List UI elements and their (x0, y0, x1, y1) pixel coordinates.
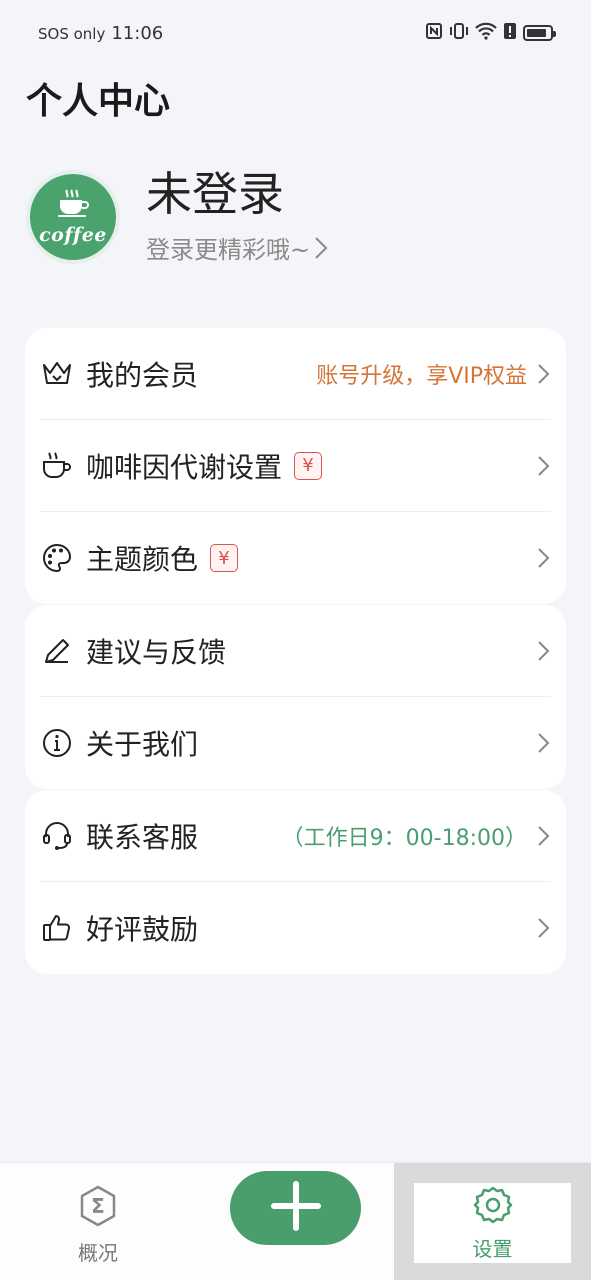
status-bar: SOS only 11:06 (0, 0, 591, 66)
service-hours: （工作日9：00-18:00） (281, 825, 527, 851)
vip-upgrade-hint: 账号升级，享VIP权益 (316, 363, 527, 389)
chevron-right-icon (538, 363, 550, 384)
tab-label: 概况 (78, 1241, 118, 1265)
carrier-label: SOS only (38, 24, 106, 43)
profile-section[interactable]: coffee 未登录 登录更精彩哦~ (26, 168, 328, 265)
menu-item-label: 主题颜色 (86, 543, 199, 576)
menu-item-theme-color[interactable]: 主题颜色 ¥ (40, 512, 551, 604)
crown-icon (40, 357, 74, 391)
chevron-right-icon (315, 236, 328, 259)
palette-icon (40, 541, 74, 575)
clock: 11:06 (111, 22, 164, 44)
menu-card-membership: 我的会员 账号升级，享VIP权益 咖啡因代谢设置 ¥ 主题颜色 ¥ (25, 328, 566, 604)
menu-item-caffeine-metabolism[interactable]: 咖啡因代谢设置 ¥ (40, 420, 551, 512)
avatar[interactable]: coffee (26, 169, 120, 264)
pencil-icon (40, 634, 74, 668)
vibrate-icon (449, 22, 469, 44)
sigma-glyph: Σ (91, 1194, 105, 1218)
menu-item-label: 联系客服 (86, 820, 199, 854)
info-icon (40, 726, 74, 760)
chevron-right-icon (538, 548, 550, 568)
login-prompt-text: 登录更精彩哦~ (146, 236, 311, 264)
nfc-icon (425, 22, 443, 44)
menu-item-rate-us[interactable]: 好评鼓励 (40, 882, 551, 974)
coffee-cup-icon (40, 449, 74, 483)
chevron-right-icon (538, 918, 550, 938)
menu-card-info: 建议与反馈 关于我们 (25, 605, 566, 789)
login-prompt[interactable]: 登录更精彩哦~ (146, 230, 328, 265)
menu-item-label: 好评鼓励 (86, 913, 199, 946)
gear-icon (473, 1185, 513, 1229)
battery-icon (523, 25, 556, 41)
plus-icon (270, 1180, 322, 1236)
chevron-right-icon (538, 733, 550, 753)
menu-item-label: 我的会员 (86, 358, 199, 392)
wifi-icon (475, 22, 497, 44)
bottom-tab-bar: Σ 概况 设置 (0, 1162, 591, 1280)
add-record-button[interactable] (230, 1171, 361, 1245)
menu-item-customer-service[interactable]: 联系客服 （工作日9：00-18:00） (40, 790, 551, 882)
headset-icon (40, 819, 74, 853)
profile-name[interactable]: 未登录 (146, 168, 328, 220)
tab-overview[interactable]: Σ 概况 (60, 1185, 136, 1265)
menu-item-membership[interactable]: 我的会员 账号升级，享VIP权益 (40, 328, 551, 420)
chevron-right-icon (538, 640, 550, 661)
tab-settings[interactable]: 设置 (414, 1183, 571, 1263)
menu-item-feedback[interactable]: 建议与反馈 (40, 605, 551, 697)
page-title: 个人中心 (26, 81, 171, 122)
menu-card-support: 联系客服 （工作日9：00-18:00） 好评鼓励 (25, 790, 566, 974)
menu-item-label: 关于我们 (86, 728, 199, 761)
coffee-cup-logo-icon (55, 188, 91, 222)
chevron-right-icon (538, 825, 550, 846)
tab-label: 设置 (472, 1236, 513, 1261)
thumbs-up-icon (40, 911, 74, 945)
menu-item-label: 建议与反馈 (86, 635, 227, 669)
sigma-icon: Σ (78, 1185, 118, 1231)
menu-item-about-us[interactable]: 关于我们 (40, 697, 551, 789)
vip-badge-icon: ¥ (210, 544, 239, 572)
chevron-right-icon (538, 455, 550, 476)
alert-icon (503, 22, 517, 44)
avatar-logo-text: coffee (39, 223, 107, 246)
menu-item-label: 咖啡因代谢设置 (86, 450, 283, 484)
vip-badge-icon: ¥ (294, 451, 323, 480)
